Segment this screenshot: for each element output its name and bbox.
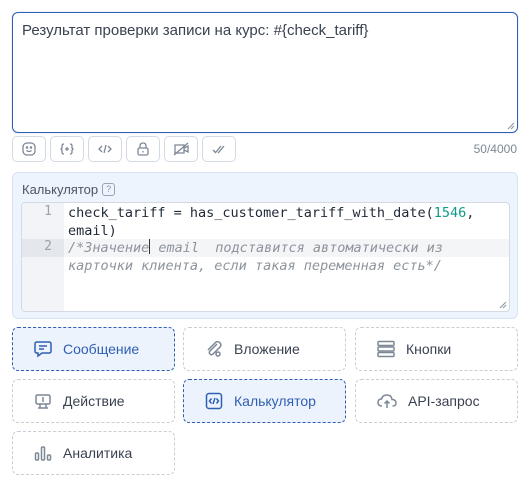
code-text: email) — [68, 223, 117, 239]
no-preview-icon — [173, 142, 189, 156]
cloud-upload-icon — [377, 394, 397, 408]
block-attachment-button[interactable]: Вложение — [183, 327, 346, 371]
code-number: 1546 — [433, 205, 467, 221]
help-icon[interactable]: ? — [102, 183, 116, 196]
lock-button[interactable] — [126, 136, 160, 162]
double-check-button[interactable] — [202, 136, 236, 162]
line-number: 1 — [44, 204, 52, 219]
block-label: API-запрос — [408, 393, 480, 409]
block-message-button[interactable]: Сообщение — [12, 327, 175, 371]
line-gutter — [22, 203, 64, 311]
block-analytics-button[interactable]: Аналитика — [12, 431, 175, 475]
code-text: , — [466, 205, 475, 221]
code-button[interactable] — [88, 136, 122, 162]
variable-icon — [60, 143, 74, 155]
block-label: Действие — [63, 393, 125, 409]
format-toolbar — [12, 136, 236, 162]
emoji-button[interactable] — [12, 136, 46, 162]
code-editor[interactable]: 1 2 check_tariff = has_customer_tariff_w… — [21, 202, 510, 312]
code-line-1: check_tariff = has_customer_tariff_with_… — [68, 204, 474, 240]
no-preview-button[interactable] — [164, 136, 198, 162]
block-buttons-button[interactable]: Кнопки — [355, 327, 518, 371]
block-label: Сообщение — [63, 341, 140, 357]
calculator-code-icon — [205, 392, 223, 410]
calculator-title-text: Калькулятор — [22, 182, 99, 197]
buttons-icon — [377, 340, 395, 358]
calculator-title: Калькулятор ? — [22, 182, 116, 197]
comment-text: /*Значение — [68, 240, 150, 256]
emoji-icon — [22, 142, 36, 156]
action-icon — [35, 394, 51, 409]
attachment-icon — [207, 340, 222, 357]
block-label: Кнопки — [406, 341, 452, 357]
variable-button[interactable] — [50, 136, 84, 162]
comment-text: email подставится автоматически из — [150, 240, 443, 256]
message-text: Результат проверки записи на курс: #{che… — [22, 22, 369, 39]
resize-grip-icon[interactable] — [505, 120, 515, 130]
double-check-icon — [212, 145, 225, 154]
comment-text: карточки клиента, если такая переменная … — [68, 258, 442, 274]
message-icon — [34, 341, 52, 358]
block-calculator-button[interactable]: Калькулятор — [183, 379, 346, 423]
block-label: Вложение — [234, 341, 300, 357]
message-textarea[interactable]: Результат проверки записи на курс: #{che… — [12, 12, 518, 133]
code-icon — [98, 144, 112, 154]
block-api-request-button[interactable]: API-запрос — [355, 379, 518, 423]
editor-resize-grip-icon[interactable] — [497, 299, 507, 309]
block-label: Калькулятор — [234, 393, 316, 409]
lock-icon — [137, 142, 149, 156]
character-counter: 50/4000 — [473, 142, 517, 156]
code-line-2: /*Значение email подставится автоматичес… — [68, 239, 443, 275]
code-text: check_tariff = has_customer_tariff_with_… — [68, 205, 434, 221]
analytics-icon — [34, 446, 52, 461]
block-label: Аналитика — [63, 445, 133, 461]
block-action-button[interactable]: Действие — [12, 379, 175, 423]
line-number: 2 — [44, 239, 52, 254]
calculator-panel: Калькулятор ? 1 2 check_tariff = has_cus… — [12, 172, 518, 319]
